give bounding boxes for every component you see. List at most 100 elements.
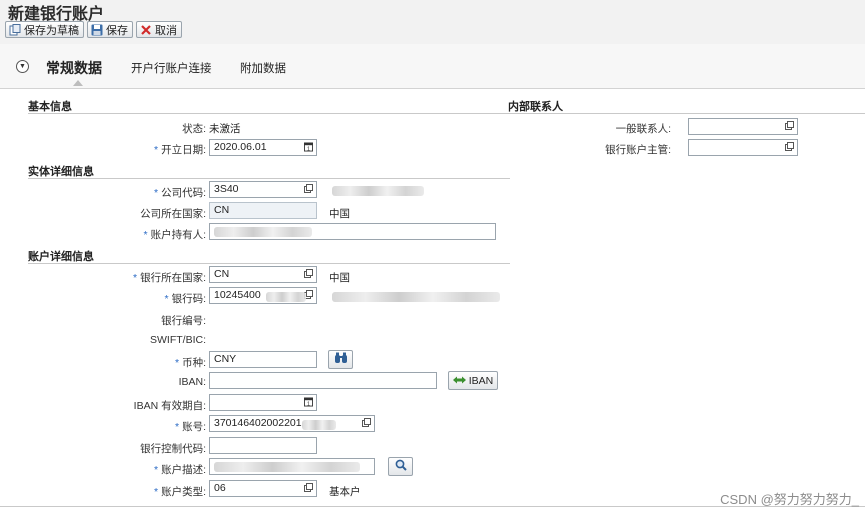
iban-field[interactable] xyxy=(209,372,437,389)
bank-country-text: 中国 xyxy=(329,272,350,284)
open-date-label: * 开立日期: xyxy=(28,142,206,157)
general-contact-label: 一般联系人: xyxy=(615,123,671,135)
bank-country-label-text: 银行所在国家: xyxy=(140,272,206,284)
open-date-value: 2020.06.01 xyxy=(214,141,267,153)
required-marker: * xyxy=(164,293,169,305)
form-panel: 基本信息 状态: 未激活 * 开立日期: 2020.06.01 1 实体详细信息 … xyxy=(14,94,865,510)
binoculars-icon xyxy=(334,352,348,367)
account-number-field[interactable]: 370146402002201 xyxy=(209,415,375,432)
section-divider xyxy=(28,113,510,114)
currency-value: CNY xyxy=(214,353,237,365)
account-type-label-text: 账户类型: xyxy=(161,486,206,498)
svg-text:1: 1 xyxy=(307,146,310,151)
save-draft-button[interactable]: 保存为草稿 xyxy=(5,21,84,38)
bank-code-label-text: 银行码: xyxy=(171,293,206,305)
required-marker: * xyxy=(174,357,180,369)
iban-label: IBAN: xyxy=(178,376,206,388)
currency-label-text: 币种: xyxy=(182,357,206,369)
tab-bank-account-link[interactable]: 开户行账户连接 xyxy=(131,60,212,76)
calendar-icon[interactable]: 1 xyxy=(304,142,313,152)
company-country-field: CN xyxy=(209,202,317,219)
exchange-arrows-icon xyxy=(452,375,466,387)
company-code-field[interactable]: 3S40 xyxy=(209,181,317,198)
account-holder-label-text: 账户持有人: xyxy=(150,229,206,241)
collapse-toggle-icon[interactable]: ▼ xyxy=(16,60,29,73)
required-marker: * xyxy=(174,421,180,433)
search-button[interactable] xyxy=(388,457,413,476)
cancel-label: 取消 xyxy=(155,24,177,37)
iban-button[interactable]: IBAN xyxy=(448,371,498,390)
account-manager-label: 银行账户主管: xyxy=(605,144,671,156)
bank-country-value: CN xyxy=(214,268,230,280)
redacted-account-description xyxy=(214,462,360,472)
svg-text:1: 1 xyxy=(307,401,310,406)
open-date-label-text: 开立日期: xyxy=(161,144,206,156)
save-label: 保存 xyxy=(106,24,128,37)
account-number-label: * 账号: xyxy=(28,419,206,434)
redacted-account-holder xyxy=(214,227,312,237)
bank-code-value: 10245400 xyxy=(214,289,261,301)
value-help-icon[interactable] xyxy=(785,142,794,151)
bank-country-label: * 银行所在国家: xyxy=(28,270,206,285)
company-country-text: 中国 xyxy=(329,208,350,220)
value-help-icon[interactable] xyxy=(304,184,313,193)
section-divider xyxy=(28,178,510,179)
company-code-label-text: 公司代码: xyxy=(161,187,206,199)
value-help-icon[interactable] xyxy=(362,418,371,427)
account-description-label-text: 账户描述: xyxy=(161,464,206,476)
floppy-disk-icon xyxy=(91,24,103,36)
value-help-icon[interactable] xyxy=(785,121,794,130)
account-description-label: * 账户描述: xyxy=(28,462,206,477)
account-type-text: 基本户 xyxy=(329,486,361,498)
account-number-value: 370146402002201 xyxy=(214,417,302,429)
section-divider xyxy=(508,113,865,114)
section-internal-contacts: 内部联系人 xyxy=(508,101,563,113)
general-contact-field[interactable] xyxy=(688,118,798,135)
iban-valid-from-label: IBAN 有效期自: xyxy=(133,400,206,412)
tab-general-data[interactable]: 常规数据 xyxy=(46,58,102,78)
open-date-field[interactable]: 2020.06.01 1 xyxy=(209,139,317,156)
account-manager-field[interactable] xyxy=(688,139,798,156)
currency-label: * 币种: xyxy=(28,355,206,370)
status-label: 状态: xyxy=(182,123,206,135)
cancel-button[interactable]: 取消 xyxy=(136,21,182,38)
account-type-field[interactable]: 06 xyxy=(209,480,317,497)
save-draft-icon xyxy=(9,23,21,36)
value-help-icon[interactable] xyxy=(304,269,313,278)
account-type-value: 06 xyxy=(214,482,226,494)
calendar-icon[interactable]: 1 xyxy=(304,397,313,407)
required-marker: * xyxy=(153,486,159,498)
save-button[interactable]: 保存 xyxy=(87,21,133,38)
required-marker: * xyxy=(153,144,159,156)
required-marker: * xyxy=(153,464,159,476)
required-marker: * xyxy=(132,272,138,284)
toolbar: 保存为草稿 保存 取消 xyxy=(5,21,182,40)
bank-control-key-field[interactable] xyxy=(209,437,317,454)
required-marker: * xyxy=(143,229,148,241)
bank-code-label: * 银行码: xyxy=(28,291,206,306)
value-help-icon[interactable] xyxy=(304,483,313,492)
bank-number-label: 银行编号: xyxy=(161,315,206,327)
magnifier-icon xyxy=(395,459,407,474)
redacted-account-number xyxy=(302,420,336,430)
account-number-label-text: 账号: xyxy=(182,421,206,433)
redacted-bank-code xyxy=(266,292,306,302)
redacted-bank-name xyxy=(332,292,500,302)
currency-field[interactable]: CNY xyxy=(209,351,317,368)
bank-country-field[interactable]: CN xyxy=(209,266,317,283)
page-header: 新建银行账户 保存为草稿 保存 取消 xyxy=(0,0,865,44)
company-country-value: CN xyxy=(214,204,230,216)
section-entity-details: 实体详细信息 xyxy=(28,166,94,178)
section-account-details: 账户详细信息 xyxy=(28,251,94,263)
iban-button-label: IBAN xyxy=(468,374,494,387)
redacted-company-name xyxy=(332,186,424,196)
binoculars-search-button[interactable] xyxy=(328,350,353,369)
bank-control-key-label: 银行控制代码: xyxy=(140,443,206,455)
account-holder-label: * 账户持有人: xyxy=(28,227,206,242)
active-tab-indicator xyxy=(73,80,83,86)
tab-additional-data[interactable]: 附加数据 xyxy=(240,60,286,76)
iban-valid-from-field[interactable]: 1 xyxy=(209,394,317,411)
company-country-label: 公司所在国家: xyxy=(140,208,206,220)
required-marker: * xyxy=(153,187,159,199)
swift-label: SWIFT/BIC: xyxy=(150,334,206,346)
